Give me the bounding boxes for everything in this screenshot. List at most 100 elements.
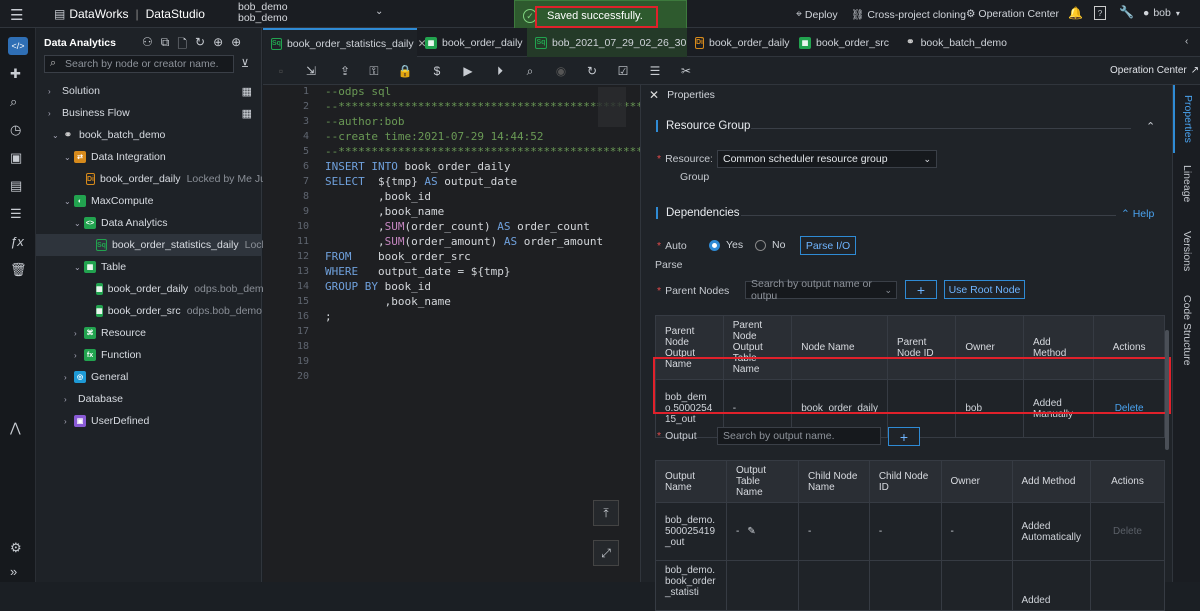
graph-icon[interactable]: ⋀ — [10, 420, 21, 436]
preview-icon[interactable]: ⌕ — [522, 63, 538, 79]
tree-item-data-analytics[interactable]: ⌄ <> Data Analytics — [36, 212, 262, 234]
cost-icon[interactable]: $ — [429, 63, 445, 79]
tree-item-book-order-daily-di[interactable]: Di book_order_daily Locked by Me Jul 29 — [36, 168, 283, 190]
chevron-up-icon[interactable]: ⌃ — [1146, 120, 1155, 133]
table-cell: bob_demo.book_order_statisti — [655, 560, 727, 611]
radio-no[interactable]: No — [755, 239, 785, 251]
tab-book-order-statistics-daily[interactable]: Sq book_order_statistics_daily ✕ — [263, 28, 426, 57]
parent-search-input[interactable]: Search by output name or outpu ⌄ — [745, 278, 897, 302]
tree-item-maxcompute[interactable]: ⌄ ◐ MaxCompute — [36, 190, 262, 212]
save-icon[interactable]: ▫ — [273, 63, 289, 79]
clock-icon[interactable]: ◷ — [10, 122, 21, 138]
briefcase-icon[interactable]: ▣ — [10, 150, 22, 166]
code-line-6: INSERT INTO book_order_daily — [325, 160, 511, 173]
submit-icon[interactable]: ⇲ — [303, 63, 319, 79]
tree-item-userdefined[interactable]: › ▣ UserDefined — [36, 410, 262, 432]
tree-item-database[interactable]: › Database — [36, 388, 262, 410]
use-root-node-button[interactable]: Use Root Node — [944, 280, 1025, 299]
tree-item-business-flow[interactable]: › Business Flow ▦ — [36, 102, 262, 124]
vtab-code-structure[interactable]: Code Structure — [1173, 290, 1200, 370]
cross-project-button[interactable]: ⛓ Cross-project cloning — [851, 8, 966, 22]
table-cell: Added Manually — [1022, 379, 1095, 438]
reload-icon[interactable]: ↻ — [584, 63, 600, 79]
vtab-lineage[interactable]: Lineage — [1173, 160, 1200, 208]
tree-item-solution[interactable]: › Solution ▦ — [36, 80, 262, 102]
search-icon[interactable]: ⌕ — [10, 94, 17, 110]
user-menu[interactable]: ● bob ▾ — [1143, 7, 1180, 19]
tab-book-order-src[interactable]: ▦ book_order_src — [791, 28, 896, 57]
data-analytics-icon[interactable]: </> — [8, 37, 28, 55]
resource-group-select[interactable]: Common scheduler resource group ⌄ — [717, 150, 937, 168]
comment-icon[interactable]: ☰ — [647, 63, 663, 79]
lock-icon[interactable]: 🔒 — [397, 63, 413, 79]
tree-item-table-book-order-daily[interactable]: ▦ book_order_daily odps.bob_demo — [36, 278, 270, 300]
chevron-left-icon[interactable]: ‹ — [1185, 36, 1188, 47]
table-icon: ▦ — [425, 36, 437, 49]
fullscreen-icon[interactable]: ⤢ — [593, 540, 619, 566]
trash-icon[interactable]: 🗑 — [10, 262, 27, 278]
tab-bob-2021[interactable]: Sq bob_2021_07_29_02_26_30 — [527, 28, 687, 57]
scroll-top-icon[interactable]: ⤒ — [593, 500, 619, 526]
minimap[interactable] — [598, 87, 626, 127]
tools-icon[interactable]: ✂ — [678, 63, 694, 79]
help-link[interactable]: ⌃ Help — [1121, 208, 1154, 220]
wrench-icon[interactable]: 🔧 — [1119, 5, 1134, 19]
grid-icon[interactable]: ▦ — [242, 85, 252, 98]
vtab-properties[interactable]: Properties — [1173, 85, 1200, 153]
tree-item-book-order-statistics-daily[interactable]: Sq book_order_statistics_daily Locked — [36, 234, 278, 256]
puzzle-icon[interactable]: ✚ — [10, 66, 21, 82]
delete-link[interactable]: Delete — [1093, 379, 1165, 438]
help-icon[interactable]: ? — [1094, 6, 1106, 20]
user-filter-icon[interactable]: ⚇ — [142, 35, 153, 56]
run-icon[interactable]: ▶ — [460, 63, 476, 79]
code-editor[interactable]: 1 2 3 4 5 6 7 8 9 10 11 12 13 14 15 16 17 18 19 20 --odps s… — [263, 85, 742, 582]
stop-icon[interactable]: ◉ — [553, 63, 569, 79]
parse-io-button[interactable]: Parse I/O — [800, 236, 856, 255]
chevron-down-icon[interactable]: ⌄ — [375, 6, 383, 17]
operation-center-link[interactable]: Operation Center ↗ — [1110, 65, 1199, 76]
edit-icon[interactable]: ✎ — [747, 526, 755, 537]
add-parent-button[interactable]: + — [905, 280, 937, 299]
new-file-icon[interactable]: 🗋 — [177, 35, 187, 56]
refresh-icon[interactable]: ↻ — [195, 35, 205, 56]
tree-item-data-integration[interactable]: ⌄ ⇄ Data Integration — [36, 146, 262, 168]
table-icon[interactable]: ▤ — [10, 178, 22, 194]
bell-icon[interactable]: 🔔 — [1068, 6, 1083, 20]
tab-book-order-daily-di[interactable]: Di book_order_daily — [687, 28, 790, 57]
add-icon[interactable]: ⊕ — [231, 35, 241, 56]
tree-item-table-book-order-src[interactable]: ▦ book_order_src odps.bob_demo — [36, 300, 262, 322]
tree-item-book-batch-demo[interactable]: ⌄ ⚭ book_batch_demo — [36, 124, 262, 146]
grid-icon[interactable]: ▦ — [242, 107, 252, 120]
table-header: Actions — [1093, 315, 1165, 380]
radio-yes[interactable]: Yes — [709, 239, 743, 251]
panel-title: Data Analytics — [44, 37, 116, 49]
deploy-icon[interactable]: ⇪ — [337, 63, 353, 79]
tab-book-order-daily[interactable]: ▦ book_order_daily — [417, 28, 527, 57]
list-icon[interactable]: ☰ — [10, 206, 22, 222]
add-output-button[interactable]: + — [888, 427, 920, 446]
run-with-params-icon[interactable]: ⏵ — [492, 63, 508, 79]
close-icon[interactable]: ✕ — [649, 88, 659, 102]
format-icon[interactable]: ☑ — [615, 63, 631, 79]
function-icon[interactable]: ƒx — [10, 234, 24, 249]
operation-center-button[interactable]: ⚙ Operation Center — [966, 8, 1059, 20]
steal-lock-icon[interactable]: ⚿ — [366, 63, 382, 79]
locate-icon[interactable]: ⊕ — [213, 35, 223, 56]
workspace-selector[interactable]: bob_demo bob_demo — [238, 2, 288, 24]
import-icon[interactable]: ⧉ — [161, 35, 170, 56]
tree-search-input[interactable]: ⌕ Search by node or creator name. — [44, 55, 234, 73]
expand-icon[interactable]: » — [10, 564, 17, 579]
tree-item-table[interactable]: ⌄ ▦ Table — [36, 256, 262, 278]
tab-book-batch-demo[interactable]: ⚭ book_batch_demo — [897, 28, 1007, 57]
deploy-button[interactable]: ⌖ Deploy — [796, 8, 838, 21]
gear-icon[interactable]: ⚙ — [10, 540, 22, 556]
scrollbar[interactable] — [1165, 330, 1169, 450]
tree-item-resource[interactable]: › ⌘ Resource — [36, 322, 262, 344]
tree-item-general[interactable]: › ◎ General — [36, 366, 262, 388]
vtab-versions[interactable]: Versions — [1173, 225, 1200, 277]
filter-icon[interactable]: ⊻ — [241, 57, 249, 70]
tree-item-function[interactable]: › fx Function — [36, 344, 262, 366]
output-search-input[interactable]: Search by output name. — [717, 427, 881, 445]
menu-icon[interactable]: ☰ — [10, 6, 23, 24]
table-header: Owner — [955, 315, 1024, 380]
